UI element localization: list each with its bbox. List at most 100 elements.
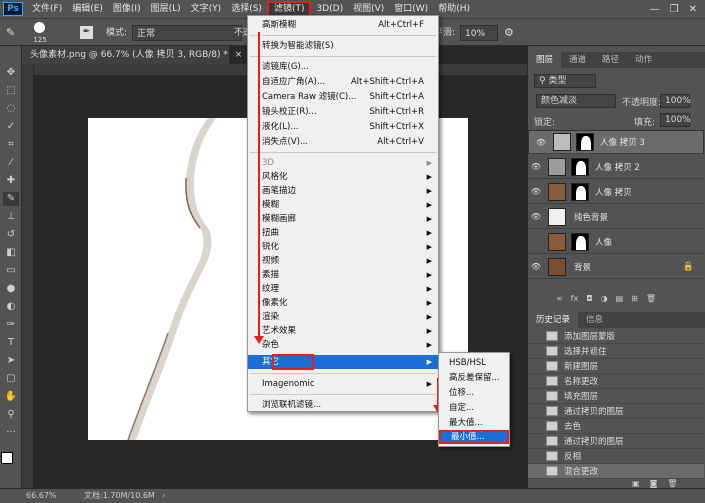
submenu-item-high-pass[interactable]: 高反差保留... (439, 371, 509, 385)
layer-row[interactable]: 👁 背景 🔒 (528, 255, 704, 279)
menu-item-lens-correction[interactable]: 镜头校正(R)... Shift+Ctrl+R (248, 105, 438, 119)
menu-item-distort[interactable]: 扭曲 ▶ (248, 226, 438, 240)
menu-item-browse-online[interactable]: 浏览联机滤镜... (248, 398, 438, 412)
link-icon[interactable]: ∞ (556, 294, 563, 306)
menu-item-blur-gallery[interactable]: 模糊画廊 ▶ (248, 212, 438, 226)
history-item[interactable]: 通过拷贝的图层 (528, 404, 704, 419)
dodge-tool-icon[interactable]: ◐ (3, 300, 19, 314)
restore-icon[interactable]: ❐ (670, 4, 679, 15)
zoom-level[interactable]: 66.67% (26, 489, 57, 503)
menu-item-convert-smart-filter[interactable]: 转换为智能滤镜(S) (248, 39, 438, 53)
menu-item-texture[interactable]: 纹理 ▶ (248, 282, 438, 296)
submenu-item-offset[interactable]: 位移... (439, 386, 509, 400)
move-tool-icon[interactable]: ✥ (3, 66, 19, 80)
trash-icon[interactable]: 🗑 (646, 294, 656, 306)
fill-input[interactable]: 100% (660, 113, 691, 127)
foreground-color-swatch[interactable] (1, 452, 13, 464)
menu-item-brush-strokes[interactable]: 画笔描边 ▶ (248, 184, 438, 198)
mode-select[interactable]: 正常 (132, 25, 242, 41)
menu-item-stylize[interactable]: 风格化 ▶ (248, 170, 438, 184)
menu-item-adaptive-wide-angle[interactable]: 自适应广角(A)... Alt+Shift+Ctrl+A (248, 75, 438, 89)
layer-row[interactable]: 👁 人像 拷贝 2 (528, 155, 704, 179)
tab-history[interactable]: 历史记录 (528, 312, 579, 328)
snapshot-icon[interactable]: ◙ (650, 480, 658, 488)
menu-image[interactable]: 图像(I) (108, 1, 146, 17)
tab-actions[interactable]: 动作 (627, 52, 660, 68)
adjustment-icon[interactable]: ◑ (601, 294, 608, 306)
new-document-icon[interactable]: ▣ (632, 480, 640, 488)
brush-settings-icon[interactable]: ✒ (80, 26, 93, 39)
tab-close-icon[interactable]: × (235, 50, 243, 60)
menu-item-pixelate[interactable]: 像素化 ▶ (248, 296, 438, 310)
eye-icon[interactable]: 👁 (528, 162, 544, 171)
eye-icon[interactable]: 👁 (528, 262, 544, 271)
brush-tool-icon[interactable]: ✎ (3, 192, 19, 206)
menu-item-artistic[interactable]: 艺术效果 ▶ (248, 324, 438, 338)
eye-icon[interactable]: 👁 (528, 212, 544, 221)
more-tools-icon[interactable]: ··· (3, 426, 19, 440)
pen-tool-icon[interactable]: ✑ (3, 318, 19, 332)
history-item[interactable]: 名称更改 (528, 374, 704, 389)
path-select-icon[interactable]: ➤ (3, 354, 19, 368)
menu-help[interactable]: 帮助(H) (433, 1, 475, 17)
stamp-tool-icon[interactable]: ⊥ (3, 210, 19, 224)
submenu-item-hsb[interactable]: HSB/HSL (439, 356, 509, 370)
submenu-item-minimum[interactable]: 最小值... (439, 430, 509, 444)
eye-icon[interactable]: 👁 (528, 187, 544, 196)
history-item[interactable]: 添加图层蒙版 (528, 329, 704, 344)
chevron-right-icon[interactable]: › (162, 489, 165, 503)
menu-item-vanishing-point[interactable]: 消失点(V)... Alt+Ctrl+V (248, 135, 438, 149)
menu-edit[interactable]: 编辑(E) (67, 1, 108, 17)
hand-tool-icon[interactable]: ✋ (3, 390, 19, 404)
menu-item-gaussian-blur[interactable]: 高斯模糊 Alt+Ctrl+F (248, 18, 438, 32)
add-mask-icon[interactable]: ◘ (586, 294, 592, 306)
layer-row[interactable]: 👁 纯色背景 (528, 205, 704, 229)
menu-layer[interactable]: 图层(L) (146, 1, 186, 17)
fx-icon[interactable]: fx (571, 294, 579, 306)
blur-tool-icon[interactable]: ● (3, 282, 19, 296)
brush-tool-icon[interactable]: ✎ (6, 25, 15, 41)
new-layer-icon[interactable]: ⊞ (631, 294, 638, 306)
layer-row[interactable]: 👁 人像 拷贝 (528, 180, 704, 204)
history-item[interactable]: 反相 (528, 449, 704, 464)
menu-item-noise[interactable]: 杂色 ▶ (248, 338, 438, 352)
submenu-item-custom[interactable]: 自定... (439, 401, 509, 415)
layer-row[interactable]: 👁 人像 拷贝 3 (528, 130, 704, 154)
history-brush-icon[interactable]: ↺ (3, 228, 19, 242)
eyedropper-tool-icon[interactable]: ⁄ (3, 156, 19, 170)
menu-item-filter-gallery[interactable]: 滤镜库(G)... (248, 60, 438, 74)
folder-icon[interactable]: ▤ (616, 294, 624, 306)
marquee-tool-icon[interactable]: ⬚ (3, 84, 19, 98)
menu-item-sketch[interactable]: 素描 ▶ (248, 268, 438, 282)
blend-mode-select[interactable]: 颜色减淡 (536, 94, 616, 108)
opacity-input[interactable]: 100% (660, 94, 691, 108)
history-item[interactable]: 选择并遮住 (528, 344, 704, 359)
tab-channels[interactable]: 通道 (561, 52, 594, 68)
menu-item-render[interactable]: 渲染 ▶ (248, 310, 438, 324)
tab-layers[interactable]: 图层 (528, 52, 562, 68)
text-tool-icon[interactable]: T (3, 336, 19, 350)
gradient-tool-icon[interactable]: ▭ (3, 264, 19, 278)
shape-tool-icon[interactable]: ▢ (3, 372, 19, 386)
menu-item-camera-raw[interactable]: Camera Raw 滤镜(C)... Shift+Ctrl+A (248, 90, 438, 104)
history-item[interactable]: 通过拷贝的图层 (528, 434, 704, 449)
tab-paths[interactable]: 路径 (594, 52, 627, 68)
menu-type[interactable]: 文字(Y) (186, 1, 227, 17)
menu-item-sharpen[interactable]: 锐化 ▶ (248, 240, 438, 254)
layer-kind-filter[interactable]: ⚲ 类型 (534, 74, 596, 88)
history-item[interactable]: 新建图层 (528, 359, 704, 374)
submenu-item-maximum[interactable]: 最大值... (439, 416, 509, 430)
menu-item-imagenomic[interactable]: Imagenomic ▶ (248, 377, 438, 391)
history-item[interactable]: 混合更改 (528, 464, 704, 479)
brush-preset-picker[interactable]: 125 (28, 21, 54, 45)
gear-icon[interactable]: ⚙ (504, 25, 514, 41)
document-tab[interactable]: 头像素材.png @ 66.7% (人像 拷贝 3, RGB/8) * × (22, 46, 242, 64)
history-item[interactable]: 填充图层 (528, 389, 704, 404)
menu-item-blur[interactable]: 模糊 ▶ (248, 198, 438, 212)
menu-item-video[interactable]: 视频 ▶ (248, 254, 438, 268)
eye-icon[interactable]: 👁 (533, 138, 549, 147)
eye-hidden-icon[interactable]: · (528, 237, 544, 246)
crop-tool-icon[interactable]: ⌗ (3, 138, 19, 152)
trash-icon[interactable]: 🗑 (667, 480, 677, 488)
tab-info[interactable]: 信息 (578, 312, 611, 328)
